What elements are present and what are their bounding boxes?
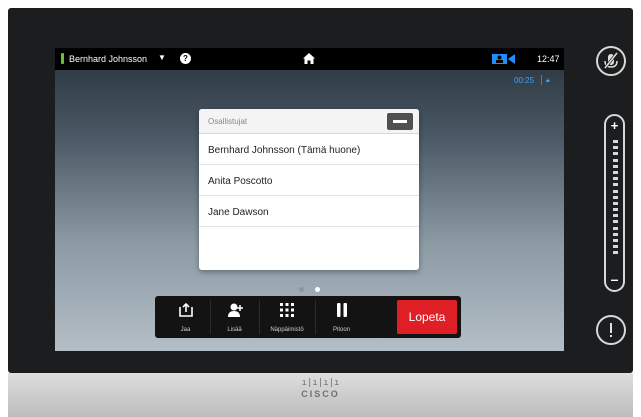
call-toolbar: Jaa Lisää Näppäimistö Pitoon Lopeta [155, 296, 461, 338]
add-label: Lisää [227, 327, 242, 333]
info-button[interactable] [596, 315, 626, 345]
caret-down-icon[interactable]: ▼ [158, 53, 166, 62]
share-label: Jaa [180, 327, 191, 333]
page-indicator[interactable] [55, 279, 564, 292]
participant-row[interactable]: Anita Poscotto [199, 165, 419, 196]
keypad-icon [280, 303, 294, 317]
toolbar-divider [259, 300, 260, 334]
toolbar-divider [315, 300, 316, 334]
hold-button[interactable]: Pitoon [319, 296, 364, 338]
info-icon [610, 323, 612, 337]
camera-icon[interactable] [491, 52, 517, 65]
participant-name: Anita Poscotto [208, 176, 273, 187]
mute-icon [603, 52, 619, 69]
panel-header: Osallistujat [199, 109, 419, 134]
volume-down-button[interactable]: – [606, 272, 623, 286]
add-participant-icon [227, 303, 243, 317]
hold-label: Pitoon [332, 327, 350, 333]
caller-name[interactable]: Bernhard Johnsson [69, 54, 147, 64]
participants-panel: Osallistujat Bernhard Johnsson (Tämä huo… [199, 109, 419, 270]
clock: 12:47 [537, 54, 560, 64]
panel-title: Osallistujat [208, 117, 248, 126]
lock-icon: 🔒︎ [546, 77, 550, 84]
keypad-button[interactable]: Näppäimistö [261, 296, 313, 338]
layout-icon [393, 120, 407, 124]
add-participant-button[interactable]: Lisää [212, 296, 257, 338]
status-bar: Bernhard Johnsson ▼ ? 12:47 [55, 48, 564, 70]
touch-screen: Bernhard Johnsson ▼ ? 12:47 00:25 🔒︎ Osa… [55, 48, 564, 351]
participant-name: Bernhard Johnsson (Tämä huone) [208, 145, 361, 156]
pause-icon [336, 303, 347, 317]
page-dot-2[interactable] [314, 287, 320, 292]
device-bottom-bezel: ı|ı|ı|ı CISCO [8, 373, 633, 417]
page-dot-1[interactable] [299, 287, 305, 292]
end-call-button[interactable]: Lopeta [397, 300, 457, 334]
mic-active-indicator [61, 53, 64, 64]
help-icon[interactable]: ? [180, 53, 191, 64]
keypad-label: Näppäimistö [270, 327, 304, 333]
call-timer: 00:25 [514, 76, 535, 85]
layout-button[interactable] [387, 113, 413, 130]
participant-row[interactable]: Jane Dawson [199, 196, 419, 227]
mute-button[interactable] [596, 46, 626, 76]
participant-name: Jane Dawson [208, 207, 269, 218]
volume-slider[interactable]: + – [604, 114, 625, 292]
home-icon[interactable] [302, 52, 316, 65]
share-button[interactable]: Jaa [163, 296, 208, 338]
participant-row[interactable]: Bernhard Johnsson (Tämä huone) [199, 134, 419, 165]
volume-level-ticks [613, 140, 618, 264]
toolbar-divider [210, 300, 211, 334]
volume-up-button[interactable]: + [606, 119, 623, 132]
divider [541, 75, 542, 85]
share-icon [178, 302, 193, 317]
cisco-logo: ı|ı|ı|ı CISCO [301, 378, 340, 399]
